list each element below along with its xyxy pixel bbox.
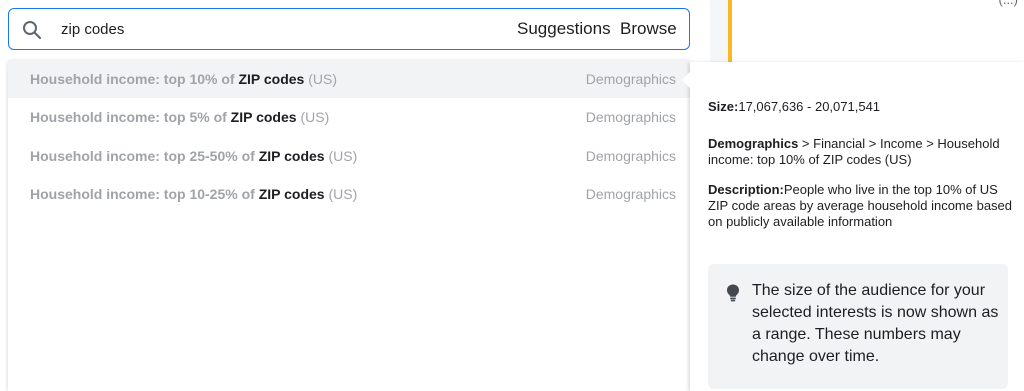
detail-panel: Size:17,067,636 - 20,071,541 Demographic… [682, 62, 1024, 391]
detail-panel-arrow [682, 72, 690, 88]
lightbulb-icon [727, 284, 739, 302]
suggestion-item[interactable]: Household income: top 25-50% of ZIP code… [8, 137, 690, 175]
description: Description:People who live in the top 1… [708, 182, 1013, 229]
range-tip: The size of the audience for your select… [708, 264, 1008, 389]
audience-size: Size:17,067,636 - 20,071,541 [708, 99, 881, 114]
suggestion-category: Demographics [585, 109, 676, 125]
search-bar[interactable]: zip codes Suggestions Browse [8, 8, 690, 50]
tab-suggestions[interactable]: Suggestions [517, 19, 611, 39]
suggestion-label: Household income: top 25-50% of ZIP code… [30, 148, 358, 164]
tab-browse[interactable]: Browse [620, 19, 677, 39]
search-input[interactable]: zip codes [61, 21, 124, 38]
suggestion-label: Household income: top 10% of ZIP codes (… [30, 71, 338, 87]
suggestion-item[interactable]: Household income: top 5% of ZIP codes (U… [8, 98, 690, 136]
suggestion-item[interactable]: Household income: top 10% of ZIP codes (… [8, 60, 690, 98]
search-icon [23, 21, 42, 40]
suggestions-dropdown: Household income: top 10% of ZIP codes (… [8, 60, 690, 391]
suggestion-label: Household income: top 5% of ZIP codes (U… [30, 109, 330, 125]
suggestion-category: Demographics [585, 71, 676, 87]
background-card-text: (...) [999, 0, 1019, 7]
background-card: (...) [728, 0, 1024, 62]
suggestion-category: Demographics [585, 148, 676, 164]
tip-text: The size of the audience for your select… [752, 282, 999, 365]
suggestion-item[interactable]: Household income: top 10-25% of ZIP code… [8, 175, 690, 213]
category-path: Demographics > Financial > Income > Hous… [708, 136, 1000, 167]
suggestion-label: Household income: top 10-25% of ZIP code… [30, 186, 358, 202]
suggestion-category: Demographics [585, 186, 676, 202]
